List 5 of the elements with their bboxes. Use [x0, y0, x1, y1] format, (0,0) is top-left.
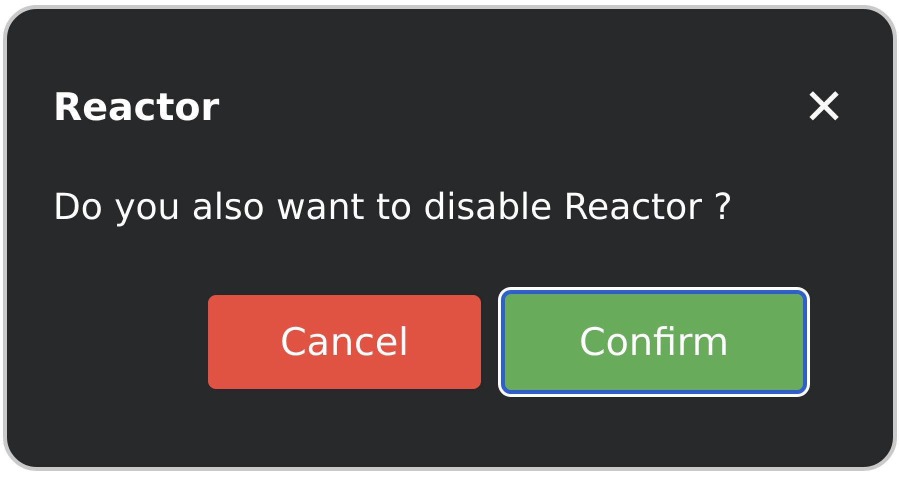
dialog-message: Do you also want to disable Reactor ? — [53, 187, 734, 228]
close-button[interactable]: ✕ — [803, 82, 845, 132]
dialog-title: Reactor — [53, 85, 220, 129]
confirm-button[interactable]: Confirm — [501, 290, 807, 394]
cancel-button[interactable]: Cancel — [208, 295, 481, 389]
